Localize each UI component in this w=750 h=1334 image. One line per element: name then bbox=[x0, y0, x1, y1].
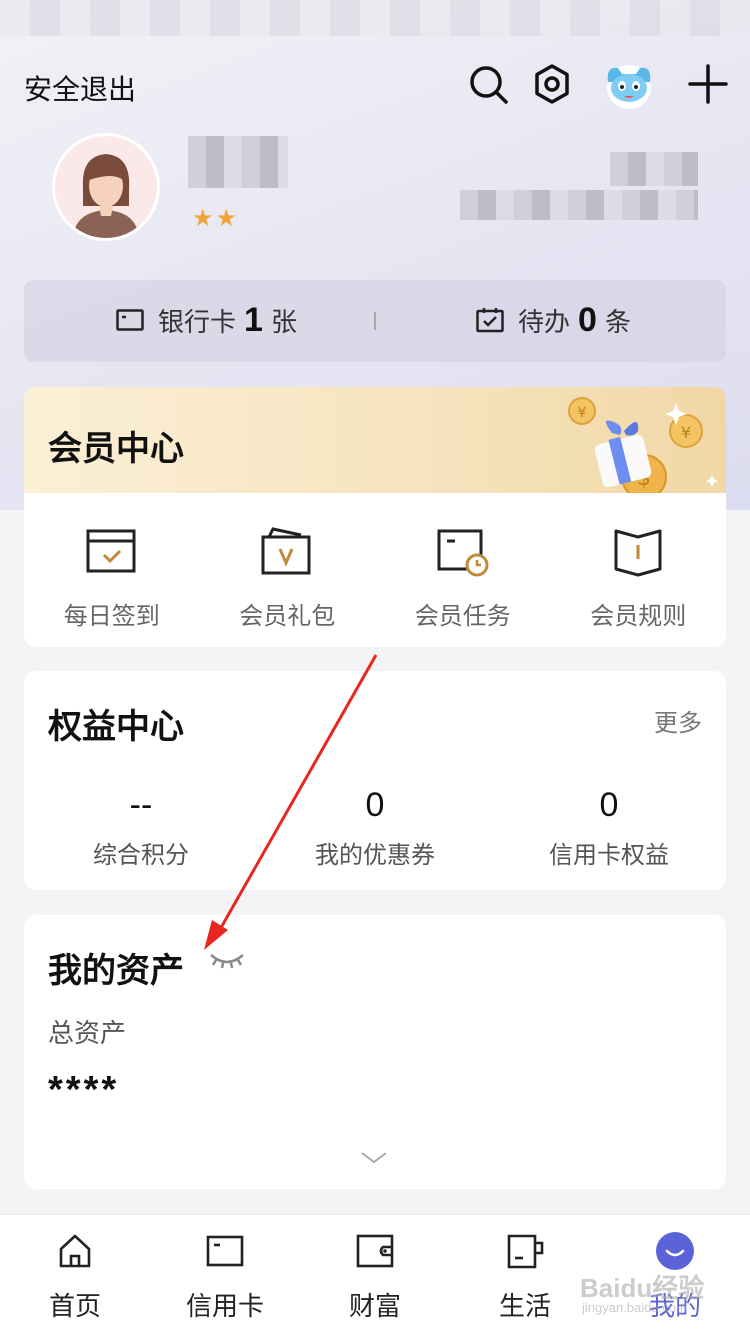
plus-icon[interactable] bbox=[686, 62, 730, 106]
cup-icon bbox=[507, 1234, 544, 1269]
todo-count: 0 bbox=[578, 300, 597, 339]
search-icon[interactable] bbox=[466, 62, 510, 106]
gift-coins-illustration: ¥ ¥ $ bbox=[568, 397, 718, 493]
coupons-value: 0 bbox=[365, 786, 385, 824]
member-item-label: 每日签到 bbox=[63, 603, 160, 630]
member-center-title: 会员中心 bbox=[48, 430, 184, 468]
tab-wealth[interactable]: 财富 bbox=[300, 1215, 450, 1334]
profile-section: ★★ bbox=[0, 130, 750, 250]
tab-label: 信用卡 bbox=[185, 1291, 264, 1321]
avatar[interactable] bbox=[52, 133, 160, 241]
watermark-url: jingyan.baidu.com bbox=[582, 1300, 687, 1315]
member-center-grid: 每日签到 会员礼包 会员任务 会员规则 bbox=[24, 527, 726, 631]
rights-grid: -- 综合积分 0 我的优惠券 0 信用卡权益 bbox=[24, 785, 726, 870]
eye-closed-icon[interactable] bbox=[208, 947, 246, 973]
account-stats-bar: 银行卡 1 张 待办 0 条 bbox=[24, 280, 726, 362]
calendar-check-icon bbox=[476, 308, 504, 333]
credit-card-rights-label: 信用卡权益 bbox=[549, 842, 669, 869]
logout-button[interactable]: 安全退出 bbox=[24, 68, 136, 108]
mascot-icon[interactable] bbox=[600, 60, 658, 110]
checkin-icon bbox=[86, 529, 136, 573]
chevron-down-icon[interactable] bbox=[360, 1151, 388, 1165]
svg-text:¥: ¥ bbox=[681, 423, 691, 442]
todo-unit: 条 bbox=[604, 306, 631, 337]
tab-label: 财富 bbox=[348, 1291, 401, 1321]
rules-book-icon bbox=[614, 529, 662, 577]
tab-label: 生活 bbox=[498, 1291, 551, 1321]
wallet-icon bbox=[356, 1234, 394, 1268]
rights-item-coupons[interactable]: 0 我的优惠券 bbox=[258, 785, 492, 870]
total-assets-label: 总资产 bbox=[48, 1018, 127, 1048]
tab-home[interactable]: 首页 bbox=[0, 1215, 150, 1334]
member-item-gift-pack[interactable]: 会员礼包 bbox=[200, 527, 376, 631]
member-item-rules[interactable]: 会员规则 bbox=[551, 527, 727, 631]
top-nav: 安全退出 bbox=[0, 60, 750, 110]
user-name-masked bbox=[188, 136, 288, 188]
todo-label: 待办 bbox=[518, 306, 571, 337]
masked-info bbox=[460, 190, 698, 220]
member-item-label: 会员礼包 bbox=[239, 603, 336, 630]
tab-label: 首页 bbox=[48, 1291, 101, 1321]
gift-pack-icon bbox=[261, 527, 311, 575]
bank-card-stat[interactable]: 银行卡 1 张 bbox=[116, 300, 297, 340]
member-item-task[interactable]: 会员任务 bbox=[375, 527, 551, 631]
profile-icon bbox=[656, 1232, 694, 1270]
home-icon bbox=[59, 1234, 91, 1268]
bank-card-label: 银行卡 bbox=[158, 306, 237, 337]
member-level-stars: ★★ bbox=[192, 205, 240, 232]
member-center-header[interactable]: 会员中心 ¥ ¥ $ bbox=[24, 387, 726, 493]
bank-card-unit: 张 bbox=[270, 306, 297, 337]
masked-info bbox=[610, 152, 698, 186]
tab-life[interactable]: 生活 bbox=[450, 1215, 600, 1334]
more-link[interactable]: 更多 bbox=[654, 703, 702, 738]
todo-stat[interactable]: 待办 0 条 bbox=[476, 300, 631, 340]
points-value: -- bbox=[129, 786, 153, 824]
rights-center-card: 权益中心 更多 -- 综合积分 0 我的优惠券 0 信用卡权益 bbox=[24, 671, 726, 890]
status-bar bbox=[0, 0, 750, 36]
member-item-checkin[interactable]: 每日签到 bbox=[24, 527, 200, 631]
bank-card-icon bbox=[116, 309, 144, 331]
assets-title: 我的资产 bbox=[48, 952, 184, 990]
coupons-label: 我的优惠券 bbox=[315, 842, 435, 869]
settings-icon[interactable] bbox=[530, 62, 574, 106]
rights-item-points[interactable]: -- 综合积分 bbox=[24, 785, 258, 870]
divider bbox=[374, 312, 376, 330]
assets-card: 我的资产 总资产 **** bbox=[24, 915, 726, 1189]
member-center-card: 会员中心 ¥ ¥ $ 每日签到 会员礼包 会员任务 会员规则 bbox=[24, 387, 726, 647]
points-label: 综合积分 bbox=[93, 842, 189, 869]
credit-card-rights-value: 0 bbox=[599, 786, 619, 824]
task-icon bbox=[437, 529, 489, 577]
rights-center-title: 权益中心 bbox=[48, 708, 184, 746]
member-item-label: 会员规则 bbox=[590, 603, 687, 630]
bank-card-count: 1 bbox=[244, 300, 263, 339]
credit-card-icon bbox=[206, 1235, 244, 1267]
svg-text:¥: ¥ bbox=[578, 405, 587, 421]
rights-item-credit-card[interactable]: 0 信用卡权益 bbox=[492, 785, 726, 870]
member-item-label: 会员任务 bbox=[414, 603, 511, 630]
tab-credit-card[interactable]: 信用卡 bbox=[150, 1215, 300, 1334]
total-assets-value: **** bbox=[48, 1069, 120, 1111]
